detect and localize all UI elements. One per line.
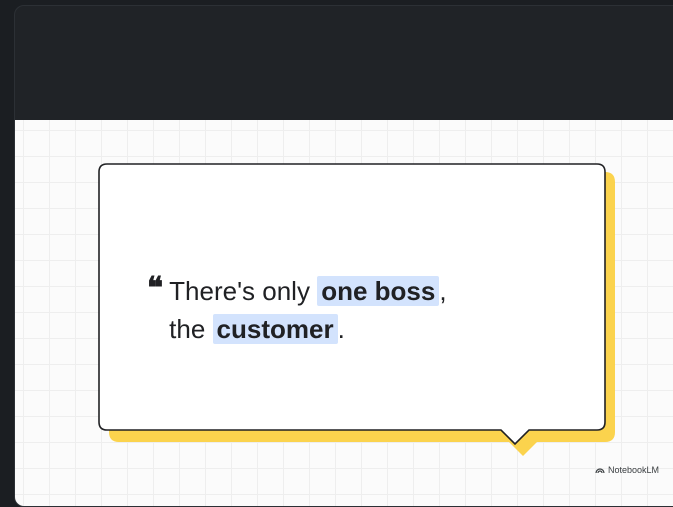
- speech-bubble: ❝ There's only one boss, the customer.: [97, 163, 617, 464]
- presentation-frame: ❝ There's only one boss, the customer.: [14, 5, 673, 507]
- brand-label: NotebookLM: [607, 465, 659, 475]
- slide-canvas: ❝ There's only one boss, the customer.: [15, 120, 673, 506]
- highlight-customer: customer: [212, 314, 338, 344]
- quote-text: There's only one boss, the customer.: [169, 272, 447, 348]
- notebooklm-watermark: NotebookLM: [595, 465, 659, 475]
- highlight-one-boss: one boss: [317, 276, 440, 306]
- quote-line-1: There's only one boss,: [169, 276, 447, 306]
- quote-block: ❝ There's only one boss, the customer.: [147, 272, 447, 348]
- notebooklm-logo-icon: [595, 468, 605, 474]
- quote-line-2: the customer.: [169, 314, 345, 344]
- quote-mark-icon: ❝: [147, 271, 164, 306]
